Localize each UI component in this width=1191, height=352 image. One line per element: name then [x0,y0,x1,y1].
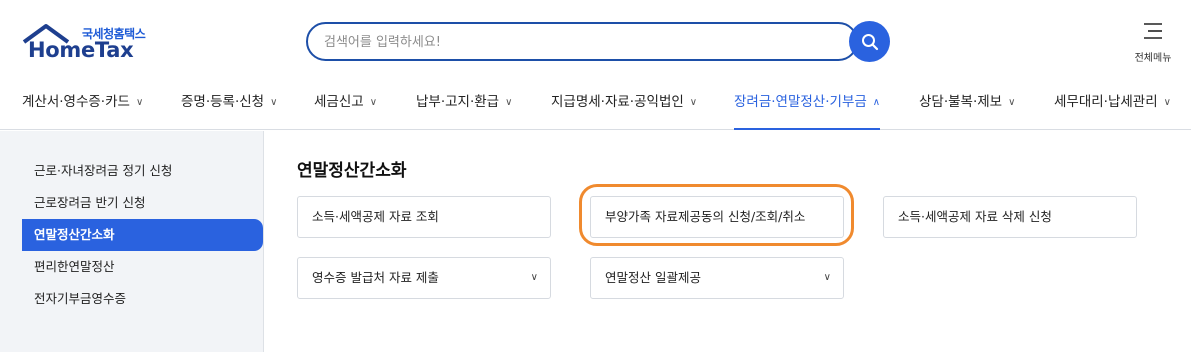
sidebar-item-donation-receipt[interactable]: 전자기부금영수증 [22,283,263,315]
gnb-item-statements[interactable]: 지급명세·자료·공익법인 ∨ [551,90,697,130]
gnb-item-consultation[interactable]: 상담·불복·제보 ∨ [919,90,1015,130]
sidebar-item-regular-application[interactable]: 근로·자녀장려금 정기 신청 [22,155,263,187]
card-label: 연말정산 일괄제공 [605,270,701,285]
chevron-down-icon: ∨ [505,97,513,108]
card-label: 부양가족 자료제공동의 신청/조회/취소 [605,209,806,224]
search-input[interactable] [324,31,844,53]
gnb-item-certificates[interactable]: 증명·등록·신청 ∨ [181,90,277,130]
all-menu-button[interactable]: 전체메뉴 [1128,22,1178,64]
search-button[interactable] [849,21,890,62]
card-deduction-data-inquiry[interactable]: 소득·세액공제 자료 조회 [297,196,551,238]
sidebar-item-label: 근로장려금 반기 신청 [34,195,146,210]
sidebar-item-label: 연말정산간소화 [34,227,115,242]
gnb-item-receipts[interactable]: 계산서·영수증·카드 ∨ [22,90,143,130]
gnb-item-label: 납부·고지·환급 [416,94,500,110]
gnb-item-tax-agent[interactable]: 세무대리·납세관리 ∨ [1054,90,1171,130]
search-box [306,22,858,61]
sidebar-item-year-end-simplified[interactable]: 연말정산간소화 [22,219,263,251]
gnb-item-label: 세무대리·납세관리 [1054,94,1158,110]
gnb-item-tax-filing[interactable]: 세금신고 ∨ [314,90,377,130]
card-label: 영수증 발급처 자료 제출 [312,270,439,285]
card-year-end-bulk-provision[interactable]: 연말정산 일괄제공 ∨ [590,257,844,299]
gnb-item-label: 세금신고 [314,94,364,110]
card-label: 소득·세액공제 자료 조회 [312,209,439,224]
card-deduction-data-deletion[interactable]: 소득·세액공제 자료 삭제 신청 [883,196,1137,238]
chevron-down-icon: ∨ [1163,97,1171,108]
all-menu-label: 전체메뉴 [1134,53,1172,64]
chevron-down-icon: ∨ [823,272,831,283]
sidebar-item-label: 근로·자녀장려금 정기 신청 [34,163,173,178]
gnb-item-label: 상담·불복·제보 [919,94,1003,110]
gnb-item-payment[interactable]: 납부·고지·환급 ∨ [416,90,512,130]
chevron-down-icon: ∨ [1008,97,1016,108]
gnb-item-label: 장려금·연말정산·기부금 [734,94,867,110]
logo-wordmark: HomeTax [28,38,134,62]
card-label: 소득·세액공제 자료 삭제 신청 [898,209,1052,224]
chevron-down-icon: ∨ [530,272,538,283]
gnb-item-label: 계산서·영수증·카드 [22,94,130,110]
chevron-down-icon: ∨ [369,97,378,108]
page-title: 연말정산간소화 [297,161,407,181]
chevron-down-icon: ∨ [270,97,278,108]
hometax-logo[interactable]: 국세청홈택스 HomeTax [22,22,162,66]
gnb-item-label: 지급명세·자료·공익법인 [551,94,684,110]
sidebar-item-semiannual-application[interactable]: 근로장려금 반기 신청 [22,187,263,219]
gnb-item-label: 증명·등록·신청 [181,94,265,110]
sidebar: 근로·자녀장려금 정기 신청 근로장려금 반기 신청 연말정산간소화 편리한연말… [0,131,264,352]
sidebar-item-label: 전자기부금영수증 [34,291,127,306]
sidebar-item-label: 편리한연말정산 [34,259,115,274]
chevron-down-icon: ∨ [135,97,144,108]
hamburger-icon [1144,23,1162,39]
card-dependent-consent[interactable]: 부양가족 자료제공동의 신청/조회/취소 [590,196,844,238]
sidebar-item-easy-year-end[interactable]: 편리한연말정산 [22,251,263,283]
search-icon [861,33,878,50]
chevron-up-icon: ∧ [872,97,881,108]
card-receipt-issuer-submission[interactable]: 영수증 발급처 자료 제출 ∨ [297,257,551,299]
chevron-down-icon: ∨ [689,97,698,108]
gnb-item-year-end-settlement[interactable]: 장려금·연말정산·기부금 ∧ [734,90,881,130]
global-nav: 계산서·영수증·카드 ∨ 증명·등록·신청 ∨ 세금신고 ∨ 납부·고지·환급 ∨ 지급… [0,84,1191,130]
header: 국세청홈택스 HomeTax 전체메뉴 계산서·영수증·카드 ∨ 증명·등록·신청… [0,0,1191,130]
